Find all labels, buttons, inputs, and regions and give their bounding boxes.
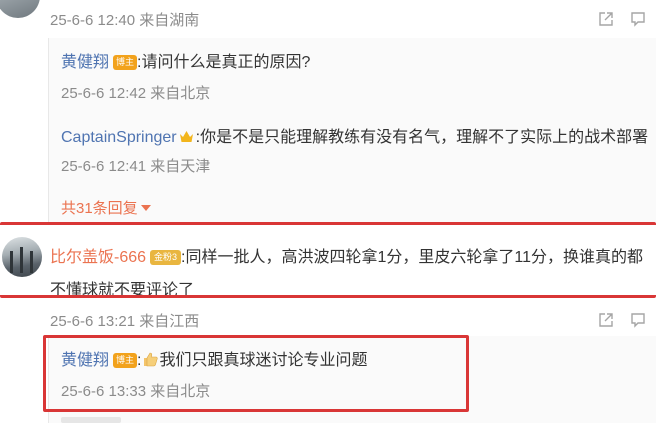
blogger-badge: 博主: [113, 55, 138, 70]
reply-text: :你是不是只能理解教练有没有名气，理解不了实际上的战术部署: [195, 129, 649, 146]
avatar[interactable]: [0, 0, 40, 18]
reply-meta: 25-6-6 12:42 来自北京: [61, 85, 211, 102]
chevron-down-icon: [140, 205, 151, 211]
reply-author[interactable]: 黄健翔: [61, 54, 109, 71]
highlight-box: [0, 222, 656, 298]
reply-item: CaptainSpringer :你是不是只能理解教练有没有名气，理解不了实际上…: [61, 123, 648, 147]
comment-meta: 25-6-6 12:40 来自湖南: [50, 12, 200, 29]
reply-meta: 25-6-6 12:41 来自天津: [61, 158, 211, 175]
more-replies-label: 共31条回复: [61, 200, 138, 217]
more-replies-link[interactable]: 共31条回复: [61, 197, 151, 218]
reply-text: :请问什么是真正的原因?: [137, 54, 311, 71]
comment-icon[interactable]: [630, 11, 646, 27]
reply-item: 黄健翔 博主:请问什么是真正的原因?: [61, 48, 310, 72]
share-icon[interactable]: [598, 312, 614, 328]
reply-author[interactable]: CaptainSpringer: [61, 129, 177, 146]
crown-icon: [179, 130, 194, 143]
comment-icon[interactable]: [630, 312, 646, 328]
comment-meta: 25-6-6 13:21 来自江西: [50, 313, 200, 330]
clipped-row: [61, 417, 121, 423]
highlight-box: [43, 335, 469, 412]
share-icon[interactable]: [598, 11, 614, 27]
